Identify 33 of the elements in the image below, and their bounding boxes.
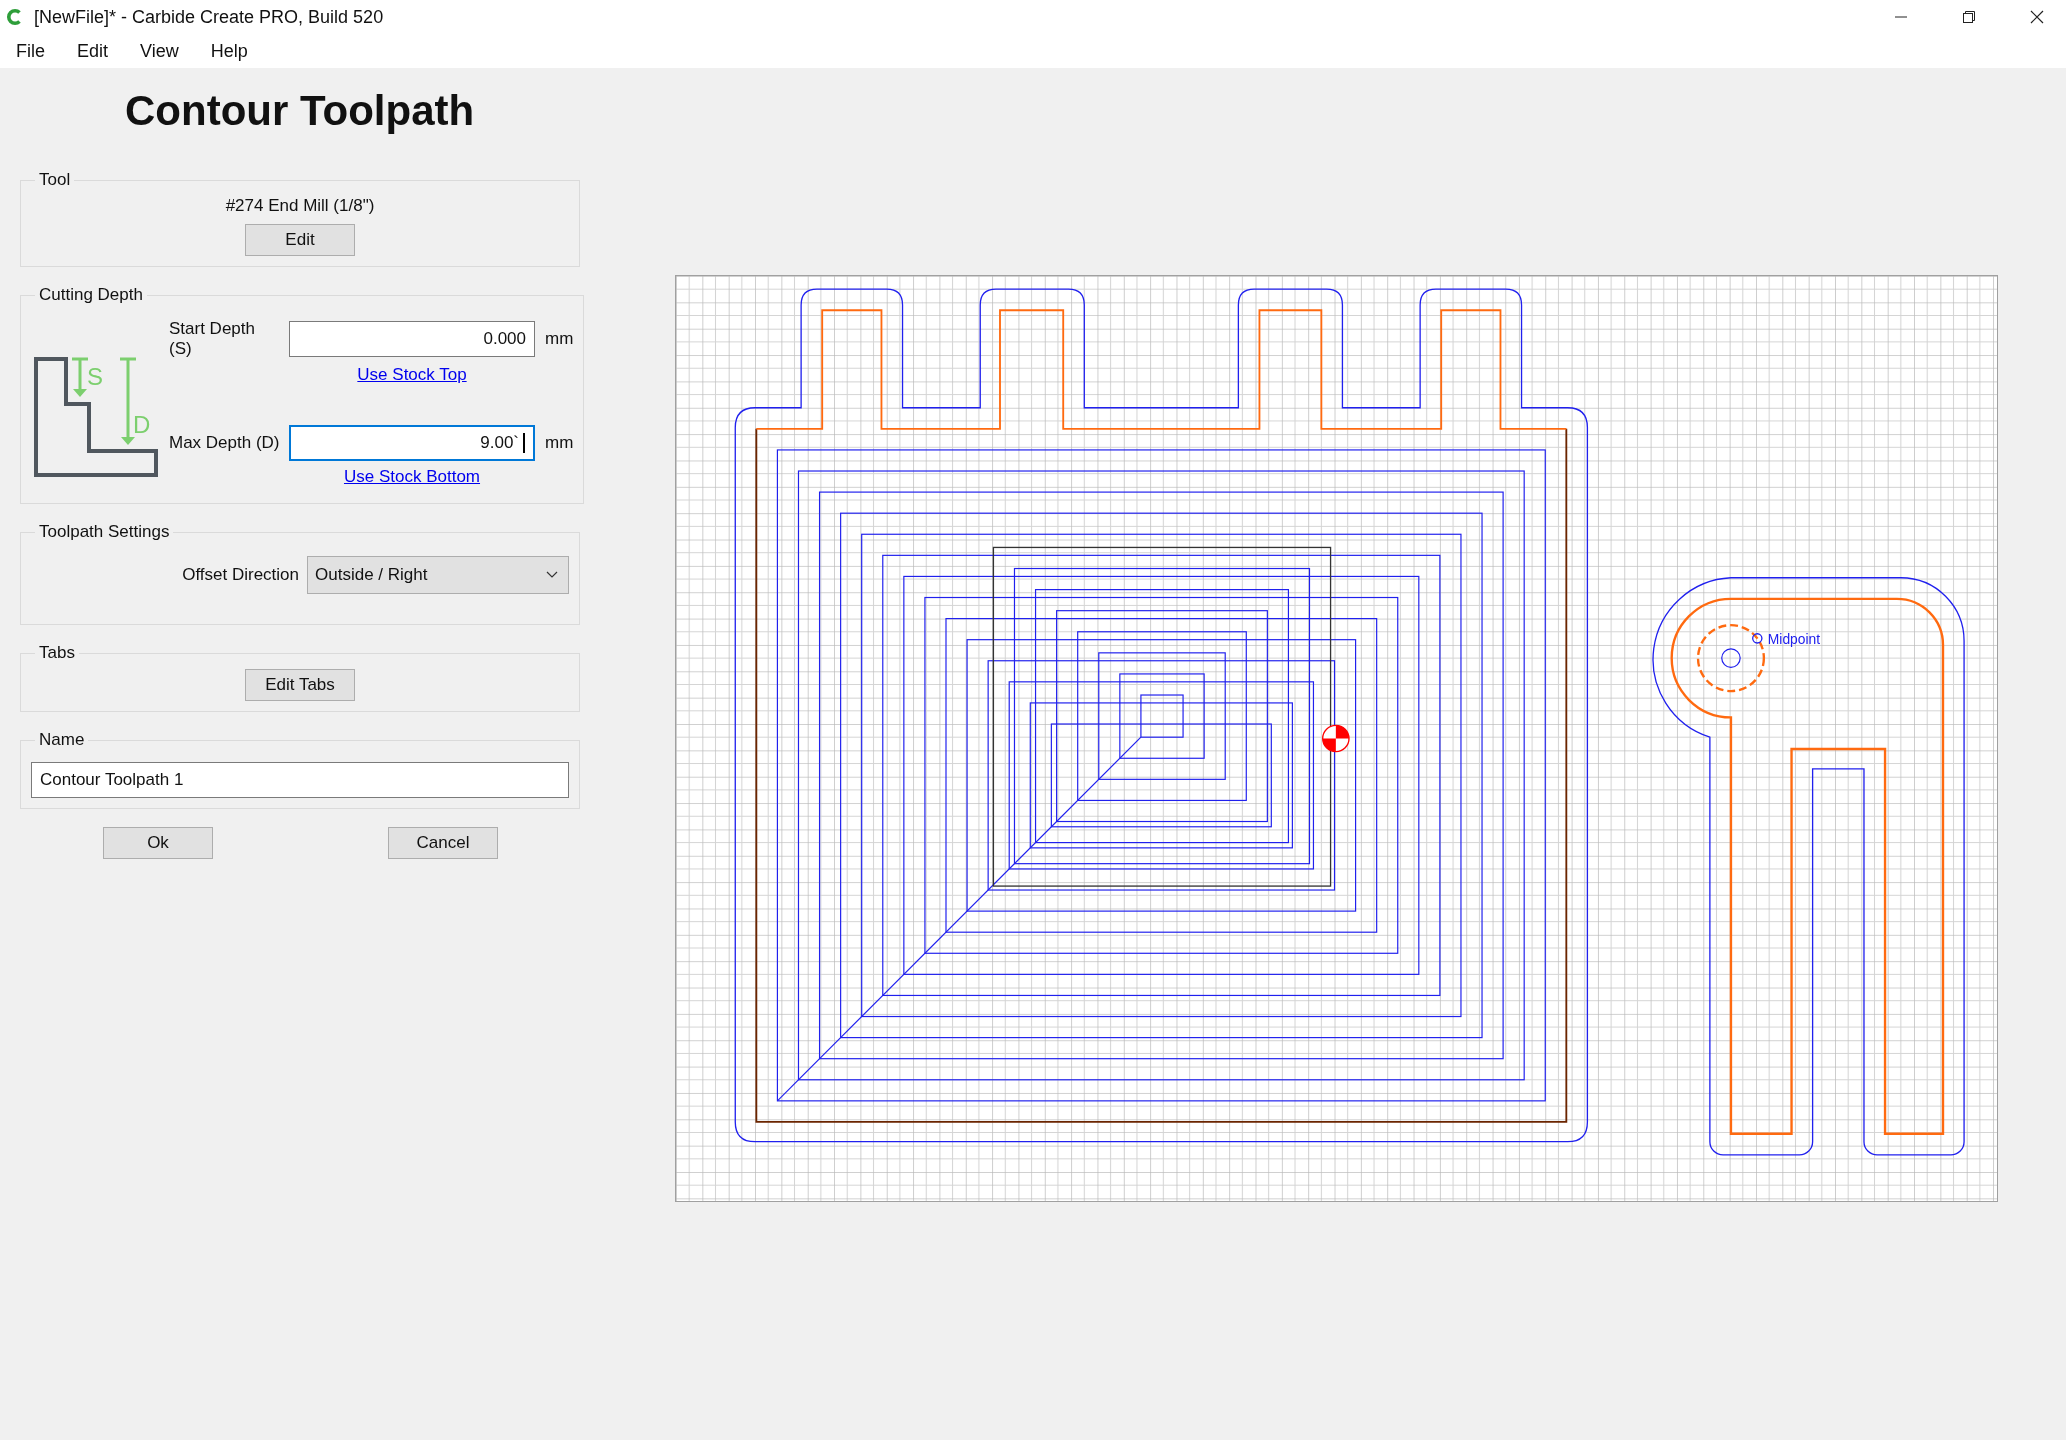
field-label: Offset Direction: [182, 565, 299, 586]
group-legend: Tabs: [35, 643, 79, 664]
menu-item[interactable]: File: [16, 40, 45, 62]
name-input-field[interactable]: Contour Toolpath 1: [31, 762, 569, 799]
offset-direction-dropdown[interactable]: Outside / Right: [307, 556, 569, 595]
tool-name: #274 End Mill (1/8"): [225, 196, 375, 217]
menu-item[interactable]: Edit: [77, 40, 109, 62]
close-icon[interactable]: [2030, 10, 2044, 24]
stock-link[interactable]: Use Stock Bottom: [343, 467, 481, 487]
panel-title: Contour Toolpath: [125, 88, 476, 135]
group-legend: Toolpath Settings: [35, 522, 174, 543]
group-legend: Cutting Depth: [35, 285, 147, 306]
field-label: Start Depth (S): [169, 319, 256, 360]
group-legend: Name: [35, 730, 89, 751]
dialog-button[interactable]: Ok: [103, 827, 213, 860]
depth-input-field[interactable]: 9.00`: [289, 425, 535, 462]
depth-input-field[interactable]: 0.000: [289, 321, 535, 358]
window-title: [NewFile]* - Carbide Create PRO, Build 520: [34, 6, 384, 28]
edit-tabs-button[interactable]: Edit Tabs: [245, 669, 355, 702]
field-label: Max Depth (D): [169, 433, 281, 454]
menu-item[interactable]: Help: [210, 40, 248, 62]
unit-label: mm: [545, 433, 574, 454]
edit-tool-button[interactable]: Edit: [245, 224, 355, 257]
stock-link[interactable]: Use Stock Top: [357, 365, 467, 385]
midpoint-marker-icon: [1752, 633, 1763, 644]
unit-label: mm: [545, 329, 574, 350]
restore-icon[interactable]: [1962, 10, 1976, 24]
midpoint-label: Midpoint: [1767, 630, 1821, 647]
dialog-button[interactable]: Cancel: [388, 827, 498, 860]
menu-item[interactable]: View: [140, 40, 179, 62]
origin-marker-icon: [1322, 724, 1350, 753]
group-legend: Tool: [35, 170, 75, 191]
chevron-down-icon: [546, 571, 558, 580]
